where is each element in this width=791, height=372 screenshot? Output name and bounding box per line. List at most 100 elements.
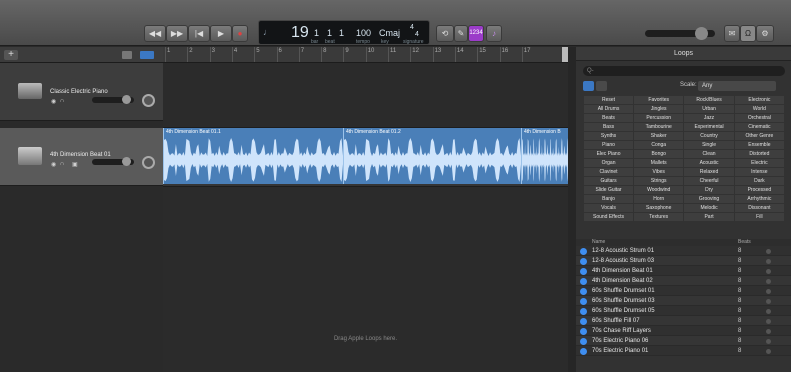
keyword-button[interactable]: Melodic xyxy=(684,204,734,212)
mute-icon[interactable]: ◉ xyxy=(51,161,56,168)
favorite-icon[interactable] xyxy=(766,289,771,294)
keyword-button[interactable]: Cinematic xyxy=(734,123,784,131)
keyword-button[interactable]: Bass xyxy=(584,123,634,131)
keyword-button[interactable]: Urban xyxy=(684,105,734,113)
beats-column-header[interactable]: Beats xyxy=(738,239,751,245)
lane-classic-electric-piano[interactable] xyxy=(163,63,568,128)
keyword-button[interactable]: Organ xyxy=(584,159,634,167)
keyword-button[interactable]: Sound Effects xyxy=(584,213,634,221)
catch-playhead-icon[interactable] xyxy=(140,51,154,59)
keyword-button[interactable]: Jingles xyxy=(634,105,684,113)
keyword-button[interactable]: Banjo xyxy=(584,195,634,203)
audio-region[interactable]: 4th Dimension Beat 01.2 xyxy=(343,128,521,184)
master-volume-slider[interactable] xyxy=(645,27,715,40)
track-volume-slider[interactable] xyxy=(92,95,134,104)
keyword-button[interactable]: World xyxy=(734,105,784,113)
loop-list-item[interactable]: 4th Dimension Beat 02 8 xyxy=(576,276,791,286)
track-pan-knob[interactable] xyxy=(142,94,155,107)
keyword-button[interactable]: Tambourine xyxy=(634,123,684,131)
keyword-button[interactable]: Grooving xyxy=(684,195,734,203)
keyword-button[interactable]: Beats xyxy=(584,114,634,122)
record-enable-icon[interactable]: ▣ xyxy=(72,161,78,168)
keyword-button[interactable]: Saxophone xyxy=(634,204,684,212)
loop-browser-button[interactable]: Ω xyxy=(740,25,756,42)
track-volume-slider[interactable] xyxy=(92,157,134,166)
loop-search-input[interactable]: Q- xyxy=(583,66,785,76)
keyword-button[interactable]: Other Genre xyxy=(734,132,784,140)
keyword-button[interactable]: Fill xyxy=(734,213,784,221)
count-in-button[interactable]: 1234 xyxy=(468,25,484,42)
add-track-button[interactable]: + xyxy=(4,50,18,60)
keyword-button[interactable]: Elec Piano xyxy=(584,150,634,158)
track-header-classic-electric-piano[interactable]: Classic Electric Piano ◉ ∩ xyxy=(0,63,163,121)
name-column-header[interactable]: Name xyxy=(592,239,605,245)
keyword-button[interactable]: Vibes xyxy=(634,168,684,176)
metronome-button[interactable]: ♪ xyxy=(486,25,502,42)
keyword-button[interactable]: Processed xyxy=(734,186,784,194)
keyword-button[interactable]: Strings xyxy=(634,177,684,185)
keyword-button[interactable]: Horn xyxy=(634,195,684,203)
track-pan-knob[interactable] xyxy=(142,156,155,169)
go-to-start-button[interactable]: |◀ xyxy=(188,25,210,42)
loop-list-item[interactable]: 60s Shuffle Drumset 03 8 xyxy=(576,296,791,306)
loop-list-item[interactable]: 12-8 Acoustic Strum 03 8 xyxy=(576,256,791,266)
keyword-button[interactable]: Synths xyxy=(584,132,634,140)
keyword-button[interactable]: Percussion xyxy=(634,114,684,122)
keyword-button[interactable]: Electric xyxy=(734,159,784,167)
button-view-toggle[interactable] xyxy=(583,81,594,91)
keyword-button[interactable]: All Drums xyxy=(584,105,634,113)
favorite-icon[interactable] xyxy=(766,279,771,284)
audio-region[interactable]: 4th Dimension B xyxy=(521,128,568,184)
favorite-icon[interactable] xyxy=(766,259,771,264)
keyword-button[interactable]: Piano xyxy=(584,141,634,149)
scale-select[interactable]: Any xyxy=(698,81,776,91)
favorite-icon[interactable] xyxy=(766,319,771,324)
loop-list-item[interactable]: 70s Electric Piano 06 8 xyxy=(576,336,791,346)
vertical-scrollbar[interactable] xyxy=(568,47,576,372)
keyword-button[interactable]: Distorted xyxy=(734,150,784,158)
master-volume-knob[interactable] xyxy=(695,27,708,40)
favorite-icon[interactable] xyxy=(766,249,771,254)
keyword-button[interactable]: Dry xyxy=(684,186,734,194)
keyword-button[interactable]: Country xyxy=(684,132,734,140)
keyword-button[interactable]: Woodwind xyxy=(634,186,684,194)
mute-icon[interactable]: ◉ xyxy=(51,98,56,105)
cycle-button[interactable]: ⟲ xyxy=(436,25,454,42)
favorite-icon[interactable] xyxy=(766,309,771,314)
keyword-button[interactable]: Slide Guitar xyxy=(584,186,634,194)
tuner-button[interactable]: ✎ xyxy=(454,25,468,42)
keyword-button[interactable]: Guitars xyxy=(584,177,634,185)
loop-list-item[interactable]: 4th Dimension Beat 01 8 xyxy=(576,266,791,276)
keyword-button[interactable]: Clean xyxy=(684,150,734,158)
play-button[interactable]: ▶ xyxy=(210,25,232,42)
keyword-button[interactable]: Acoustic xyxy=(684,159,734,167)
keyword-button[interactable]: Orchestral xyxy=(734,114,784,122)
keyword-button[interactable]: Experimental xyxy=(684,123,734,131)
lcd-display[interactable]: ♩ 19 1 1 1 100 Cmaj 4 4 bar beat tempo k… xyxy=(258,20,430,45)
keyword-button[interactable]: Arrhythmic xyxy=(734,195,784,203)
loop-list-item[interactable]: 60s Shuffle Drumset 01 8 xyxy=(576,286,791,296)
keyword-button[interactable]: Relaxed xyxy=(684,168,734,176)
audio-region[interactable]: 4th Dimension Beat 01.1 xyxy=(163,128,343,184)
timeline-ruler[interactable]: 1 2 3 4 5 6 7 8 9 10 11 12 13 14 15 16 17 xyxy=(163,47,568,63)
keyword-button[interactable]: Reset xyxy=(584,96,634,104)
keyword-button[interactable]: Conga xyxy=(634,141,684,149)
loop-list-item[interactable]: 70s Electric Piano 01 8 xyxy=(576,346,791,356)
tracks-area[interactable]: 4th Dimension Beat 01.1 4th Dimension Be… xyxy=(163,63,568,372)
track-volume-knob[interactable] xyxy=(122,157,131,166)
smart-controls-icon[interactable] xyxy=(122,51,132,59)
track-volume-knob[interactable] xyxy=(122,95,131,104)
rewind-button[interactable]: ◀◀ xyxy=(144,25,166,42)
keyword-button[interactable]: Clavinet xyxy=(584,168,634,176)
headphones-icon[interactable]: ∩ xyxy=(60,98,64,104)
favorite-icon[interactable] xyxy=(766,349,771,354)
notepad-button[interactable]: ✉ xyxy=(724,25,740,42)
keyword-button[interactable]: Vocals xyxy=(584,204,634,212)
loop-list-item[interactable]: 60s Shuffle Fill 07 8 xyxy=(576,316,791,326)
keyword-button[interactable]: Electronic xyxy=(734,96,784,104)
record-button[interactable]: ● xyxy=(232,25,248,42)
favorite-icon[interactable] xyxy=(766,329,771,334)
keyword-button[interactable]: Single xyxy=(684,141,734,149)
keyword-button[interactable]: Textures xyxy=(634,213,684,221)
keyword-button[interactable]: Dark xyxy=(734,177,784,185)
